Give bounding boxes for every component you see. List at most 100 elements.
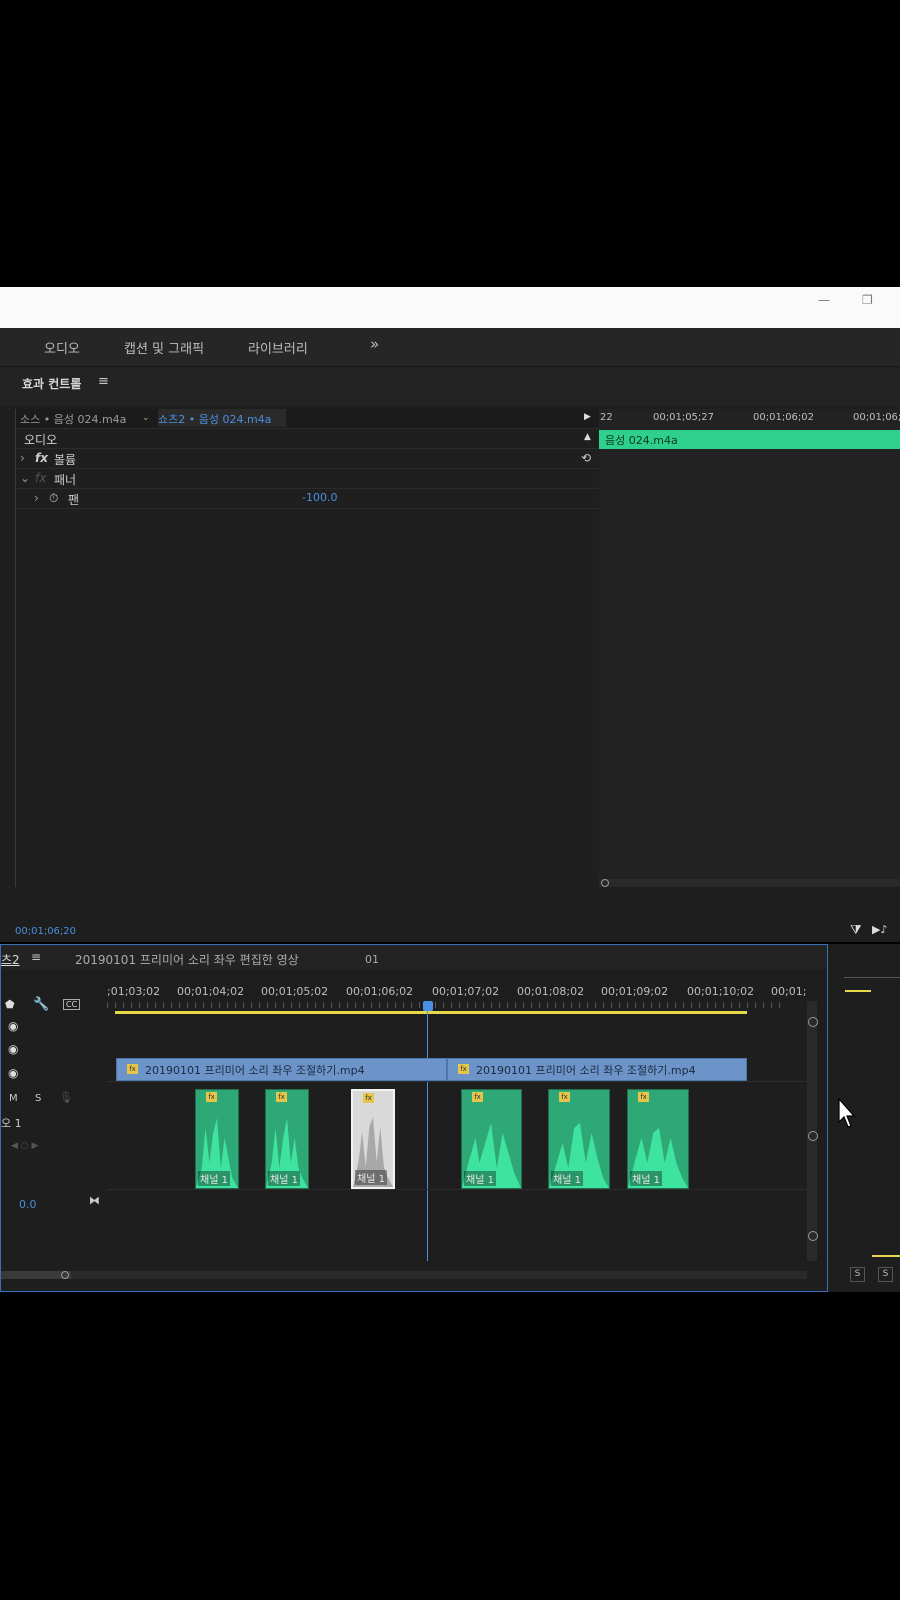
mute-button[interactable]: M bbox=[9, 1093, 18, 1104]
source-label[interactable]: 소스 • 음성 024.m4a bbox=[20, 411, 126, 427]
pan-row[interactable]: › ⏱ 팬 -100.0 bbox=[16, 489, 599, 509]
video-clip[interactable]: fx 20190101 프리미어 소리 좌우 조절하기.mp4 bbox=[116, 1058, 447, 1081]
volume-row[interactable]: › fx 볼륨 ⟲ bbox=[16, 449, 599, 469]
timeline-ruler[interactable]: ;01;03;02 00;01;04;02 00;01;05;02 00;01;… bbox=[107, 985, 807, 1011]
clip-channel-label: 채널 1 bbox=[355, 1170, 387, 1185]
eye-icon[interactable]: ◉ bbox=[8, 1042, 18, 1056]
audio-clip[interactable]: fx 채널 1 bbox=[195, 1089, 239, 1189]
vertical-scrollbar[interactable] bbox=[807, 1001, 818, 1261]
clip-channel-label: 채널 1 bbox=[198, 1171, 230, 1186]
audio-clip-selected[interactable]: fx 채널 1 bbox=[351, 1089, 395, 1189]
horizontal-scrollbar[interactable] bbox=[1, 1271, 807, 1279]
audio-section-row: 오디오 ▲ bbox=[16, 429, 599, 449]
meter-scale-line bbox=[844, 977, 900, 978]
tab-menu-icon[interactable]: ≡ bbox=[31, 950, 41, 964]
clip-channel-label: 채널 1 bbox=[464, 1171, 496, 1186]
eye-icon[interactable]: ◉ bbox=[8, 1066, 18, 1080]
track-volume-value[interactable]: 0.0 bbox=[19, 1198, 37, 1211]
captions-icon[interactable]: CC bbox=[63, 999, 81, 1010]
effect-controls-properties: 소스 • 음성 024.m4a ⌄ 쇼츠2 • 음성 024.m4a ▶ 오디오… bbox=[15, 409, 600, 887]
ruler-tick: 00;01;05;27 bbox=[653, 412, 715, 423]
fx-badge-icon: fx bbox=[276, 1092, 287, 1102]
ruler-tick: 00;01;05;02 bbox=[261, 985, 329, 998]
play-triangle-icon[interactable]: ▶ bbox=[584, 412, 591, 422]
playhead-handle[interactable] bbox=[423, 1001, 433, 1011]
ruler-tick: 00;01;06;0 bbox=[853, 412, 900, 423]
ruler-ticks bbox=[107, 1002, 787, 1008]
clip-selector-row: 소스 • 음성 024.m4a ⌄ 쇼츠2 • 음성 024.m4a ▶ bbox=[16, 409, 599, 429]
tab-libraries[interactable]: 라이브러리 bbox=[248, 338, 308, 357]
fx-badge-icon: fx bbox=[559, 1092, 570, 1102]
chevron-down-icon[interactable]: ⌄ bbox=[142, 413, 150, 423]
fx-badge-icon: fx bbox=[206, 1092, 217, 1102]
audio-clip[interactable]: fx 채널 1 bbox=[265, 1089, 309, 1189]
ruler-tick: 00;01;06;02 bbox=[346, 985, 414, 998]
mouse-cursor-icon bbox=[838, 1098, 856, 1128]
scroll-handle[interactable] bbox=[601, 879, 609, 887]
filter-icon[interactable]: ⧩ bbox=[850, 923, 862, 938]
ruler-tick: 00;01;07;02 bbox=[432, 985, 500, 998]
scroll-handle[interactable] bbox=[808, 1131, 818, 1141]
audio-clip-bar[interactable]: 음성 024.m4a bbox=[599, 430, 900, 449]
audio-clip[interactable]: fx 채널 1 bbox=[548, 1089, 610, 1189]
tab-sequence-2[interactable]: 20190101 프리미어 소리 좌우 편집한 영상 bbox=[75, 951, 299, 968]
horizontal-scrollbar[interactable] bbox=[599, 879, 900, 887]
scroll-handle[interactable] bbox=[61, 1271, 69, 1279]
clip-channel-label: 채널 1 bbox=[268, 1171, 300, 1186]
microphone-icon[interactable]: 🎙 bbox=[59, 1091, 73, 1104]
pan-value[interactable]: -100.0 bbox=[302, 491, 337, 504]
effect-controls-timeline: 22 00;01;05;27 00;01;06;02 00;01;06;0 음성… bbox=[599, 409, 900, 887]
reset-icon[interactable]: ⟲ bbox=[581, 451, 591, 465]
video-clip-name: 20190101 프리미어 소리 좌우 조절하기.mp4 bbox=[476, 1064, 696, 1077]
solo-right-button[interactable]: S bbox=[878, 1267, 893, 1282]
scroll-up-icon[interactable]: ▲ bbox=[584, 432, 591, 442]
expand-chevron-icon[interactable]: › bbox=[20, 451, 25, 465]
current-timecode[interactable]: 00;01;06;20 bbox=[15, 926, 76, 937]
fx-badge-icon: fx bbox=[472, 1092, 483, 1102]
panel-menu-icon[interactable]: ≡ bbox=[98, 374, 109, 389]
clip-channel-label: 채널 1 bbox=[551, 1171, 583, 1186]
tab-audio[interactable]: 오디오 bbox=[44, 338, 80, 357]
export-audio-icon[interactable]: ▶♪ bbox=[872, 923, 887, 936]
minimize-button[interactable]: — bbox=[818, 293, 830, 307]
marker-icon[interactable]: ⬟ bbox=[5, 998, 15, 1011]
clip-name: 음성 024.m4a bbox=[605, 434, 678, 447]
panner-label: 패너 bbox=[54, 473, 77, 487]
fx-icon[interactable]: fx bbox=[35, 451, 48, 465]
timeline-panel: 츠2 ≡ 20190101 프리미어 소리 좌우 편집한 영상 01 ⬟ 🔧 C… bbox=[0, 944, 828, 1292]
restore-button[interactable]: ❐ bbox=[862, 293, 873, 307]
tab-captions-graphics[interactable]: 캡션 및 그래픽 bbox=[124, 338, 204, 357]
volume-label: 볼륨 bbox=[54, 453, 77, 467]
overflow-button[interactable]: » bbox=[370, 335, 379, 353]
ruler-tick: 00;01;04;02 bbox=[177, 985, 245, 998]
sequence-clip-label[interactable]: 쇼츠2 • 음성 024.m4a bbox=[158, 409, 286, 427]
work-area-bar[interactable] bbox=[115, 1011, 747, 1014]
solo-left-button[interactable]: S bbox=[850, 1267, 865, 1282]
wrench-icon[interactable]: 🔧 bbox=[33, 997, 49, 1012]
stopwatch-icon[interactable]: ⏱ bbox=[49, 491, 58, 506]
ruler-tick: 00;01;06;02 bbox=[753, 412, 815, 423]
expand-chevron-icon[interactable]: › bbox=[34, 491, 39, 505]
scroll-handle[interactable] bbox=[808, 1017, 818, 1027]
solo-button[interactable]: S bbox=[35, 1093, 41, 1104]
ruler-tick: 22 bbox=[600, 412, 613, 423]
panner-row[interactable]: ⌄ fx 패너 bbox=[16, 469, 599, 489]
video-clip[interactable]: fx 20190101 프리미어 소리 좌우 조절하기.mp4 bbox=[447, 1058, 747, 1081]
clip-channel-label: 채널 1 bbox=[630, 1171, 662, 1186]
pan-label: 팬 bbox=[68, 493, 80, 507]
panel-title[interactable]: 효과 컨트롤 bbox=[22, 375, 81, 392]
audio-clip[interactable]: fx 채널 1 bbox=[627, 1089, 689, 1189]
scroll-handle[interactable] bbox=[808, 1231, 818, 1241]
collapse-chevron-icon[interactable]: ⌄ bbox=[20, 471, 30, 485]
tab-sequence-3[interactable]: 01 bbox=[365, 953, 379, 966]
fx-badge-icon: fx bbox=[363, 1093, 374, 1103]
meter-peak-indicator bbox=[845, 990, 871, 992]
meter-peak-indicator bbox=[872, 1255, 900, 1257]
keyframe-prev-icon[interactable]: ◀ ○ ▶ bbox=[11, 1141, 38, 1151]
video-track: fx 20190101 프리미어 소리 좌우 조절하기.mp4 fx 20190… bbox=[107, 1058, 807, 1082]
fx-badge-icon: fx bbox=[458, 1064, 469, 1074]
tab-sequence[interactable]: 츠2 bbox=[1, 951, 20, 968]
fit-icon[interactable]: ⧓ bbox=[89, 1194, 100, 1207]
audio-clip[interactable]: fx 채널 1 bbox=[461, 1089, 522, 1189]
eye-icon[interactable]: ◉ bbox=[8, 1019, 18, 1033]
